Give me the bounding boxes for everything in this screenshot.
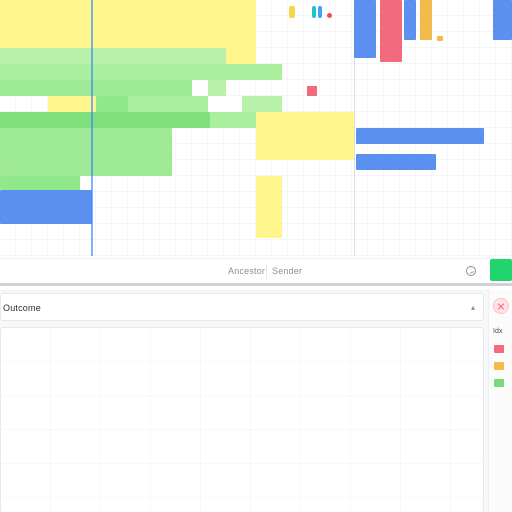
green-band-6[interactable] [242, 96, 282, 112]
results-grid[interactable] [0, 327, 484, 512]
toolbar-label-left: Ancestor [228, 266, 266, 276]
green-band-9[interactable] [0, 176, 80, 190]
toolbar-label-right: Sender [272, 266, 303, 276]
toolbar-separator [266, 265, 267, 279]
results-panel: Outcome ▴ [0, 290, 488, 512]
marker-red-dot[interactable] [327, 13, 332, 18]
green-bar-bright[interactable] [0, 112, 210, 128]
orange-bar-top[interactable] [420, 0, 432, 40]
green-band-4[interactable] [96, 96, 128, 112]
app-window: Ancestor Sender Outcome ▴ Idx [0, 0, 512, 512]
timeline-canvas[interactable] [0, 0, 512, 256]
white-highlight-1 [192, 80, 208, 96]
green-band-8[interactable] [0, 128, 172, 176]
green-band-7[interactable] [210, 112, 256, 128]
yellow-right-block[interactable] [256, 112, 354, 160]
marker-blue-chip[interactable] [318, 6, 322, 18]
guide-line-left[interactable] [91, 0, 93, 256]
yellow-patch-mid[interactable] [48, 96, 96, 112]
clock-icon[interactable] [466, 266, 476, 276]
middle-toolbar: Ancestor Sender [0, 258, 512, 286]
green-band-2[interactable] [0, 64, 282, 80]
marker-dark-chip[interactable] [437, 36, 443, 41]
run-button[interactable] [490, 259, 512, 281]
green-band-3[interactable] [0, 80, 192, 96]
chevron-up-icon[interactable]: ▴ [471, 304, 475, 312]
blue-bar-right[interactable] [356, 154, 436, 170]
results-panel-title: Outcome [3, 303, 41, 313]
blue-stub-right[interactable] [493, 0, 512, 40]
legend-swatch-green[interactable] [494, 379, 504, 387]
sidebar-title: Idx [493, 328, 503, 335]
right-mini-sidebar: Idx [488, 290, 512, 512]
yellow-right-bar[interactable] [256, 176, 282, 238]
guide-line-center[interactable] [354, 0, 355, 256]
marker-pink-square[interactable] [307, 86, 317, 96]
blue-stub-mid[interactable] [404, 0, 416, 40]
blue-bar-center[interactable] [354, 0, 376, 58]
close-icon[interactable] [493, 298, 509, 314]
legend-swatch-red[interactable] [494, 345, 504, 353]
white-highlight-2 [208, 96, 240, 112]
legend-swatch-orange[interactable] [494, 362, 504, 370]
results-panel-header: Outcome ▴ [0, 293, 484, 321]
marker-yellow-chip[interactable] [289, 6, 295, 18]
red-bar-top[interactable] [380, 0, 402, 62]
green-band-5[interactable] [128, 96, 208, 112]
blue-block-left[interactable] [0, 190, 92, 224]
marker-teal-chip[interactable] [312, 6, 316, 18]
blue-bar-top-right[interactable] [356, 128, 484, 144]
